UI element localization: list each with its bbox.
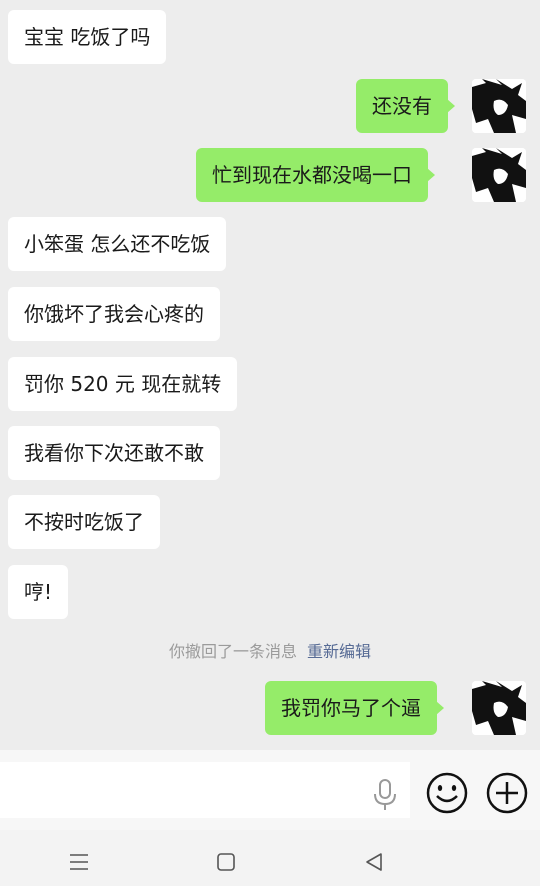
recall-notice: 你撤回了一条消息 重新编辑 [0,638,540,662]
message-bubble-sent[interactable]: 忙到现在水都没喝一口 [196,148,435,202]
back-icon[interactable] [362,850,386,874]
re-edit-link[interactable]: 重新编辑 [307,642,371,661]
message-bubble-sent[interactable]: 我罚你马了个逼 [265,681,444,735]
message-bubble-received[interactable]: 宝宝 吃饭了吗 [8,10,167,64]
menu-icon[interactable] [67,850,91,874]
message-bubble-received[interactable]: 罚你 520 元 现在就转 [8,357,238,411]
microphone-icon[interactable] [370,778,400,812]
avatar[interactable] [472,79,526,133]
message-input[interactable] [0,762,410,818]
message-bubble-received[interactable]: 我看你下次还敢不敢 [8,426,220,480]
message-bubble-received[interactable]: 不按时吃饭了 [8,495,160,549]
avatar[interactable] [472,681,526,735]
chat-area: 宝宝 吃饭了吗 还没有 忙到现在水都没喝一口 小笨蛋 怎么还不吃饭 你饿坏了我会… [0,0,540,750]
message-bubble-received[interactable]: 哼! [8,565,69,619]
message-bubble-received[interactable]: 你饿坏了我会心疼的 [8,287,220,341]
home-icon[interactable] [214,850,238,874]
system-nav-bar [0,830,540,886]
emoji-icon[interactable] [425,771,469,815]
message-bubble-received[interactable]: 小笨蛋 怎么还不吃饭 [8,217,227,271]
avatar[interactable] [472,148,526,202]
recall-text: 你撤回了一条消息 [168,642,297,661]
plus-icon[interactable] [485,771,529,815]
message-bubble-sent[interactable]: 还没有 [356,79,455,133]
